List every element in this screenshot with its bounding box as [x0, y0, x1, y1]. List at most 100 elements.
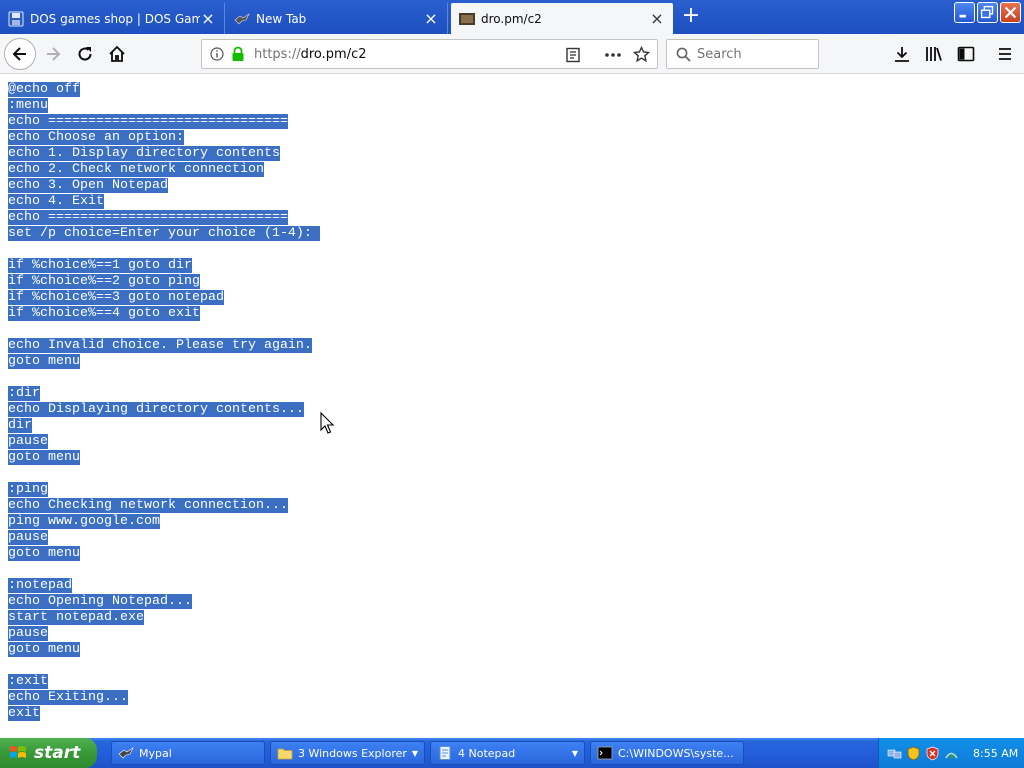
- notepad-icon: [439, 746, 451, 760]
- tab-title: dro.pm/c2: [481, 11, 542, 26]
- security-shield-icon[interactable]: [906, 746, 921, 761]
- url-text[interactable]: https://dro.pm/c2: [254, 47, 367, 62]
- script-line-text: :dir: [8, 386, 40, 401]
- script-line-text: goto menu: [8, 642, 80, 657]
- back-button[interactable]: [4, 38, 36, 70]
- tab-strip: DOS games shop | DOS Games Ar × New Tab …: [0, 0, 1024, 34]
- taskbar-label: C:\WINDOWS\syste...: [618, 746, 734, 760]
- tab-title: New Tab: [256, 11, 307, 26]
- script-line: echo ==============================: [8, 210, 320, 226]
- mypal-bird-icon: [234, 12, 250, 24]
- script-line: exit: [8, 706, 320, 722]
- folder-icon: [277, 748, 293, 760]
- script-line: [8, 562, 320, 578]
- start-button[interactable]: start: [0, 738, 97, 768]
- taskbar-button-notepad[interactable]: 4 Notepad ▼: [430, 741, 585, 765]
- script-line-text: echo 4. Exit: [8, 194, 104, 209]
- start-label: start: [34, 743, 81, 763]
- search-box[interactable]: [666, 39, 819, 69]
- info-icon[interactable]: [210, 47, 224, 61]
- script-line-text: echo Choose an option:: [8, 130, 184, 145]
- script-line: :exit: [8, 674, 320, 690]
- page-actions-icon[interactable]: [604, 47, 622, 63]
- taskbar-button-windows-explorer[interactable]: 3 Windows Explorer ▼: [270, 741, 425, 765]
- minimize-icon: [959, 14, 966, 18]
- forward-button[interactable]: [38, 39, 68, 69]
- script-line-text: echo Checking network connection...: [8, 498, 288, 513]
- script-line-text: echo Opening Notepad...: [8, 594, 192, 609]
- taskbar-label: Mypal: [139, 746, 172, 760]
- lock-icon[interactable]: [231, 46, 245, 62]
- script-line-text: ping www.google.com: [8, 514, 160, 529]
- chevron-down-icon: ▼: [411, 748, 418, 758]
- script-line-text: echo 2. Check network connection: [8, 162, 264, 177]
- minimize-button[interactable]: [954, 2, 975, 23]
- script-line-text: :exit: [8, 674, 48, 689]
- chevron-down-icon: ▼: [571, 748, 578, 758]
- taskbar-button-mypal[interactable]: Mypal: [111, 741, 265, 765]
- menu-button[interactable]: [990, 39, 1020, 69]
- script-line-text: goto menu: [8, 354, 80, 369]
- taskbar-label: 4 Notepad: [458, 746, 516, 760]
- script-line: [8, 658, 320, 674]
- script-line: [8, 322, 320, 338]
- script-line: echo Displaying directory contents...: [8, 402, 320, 418]
- navigation-toolbar: https://dro.pm/c2: [0, 34, 1024, 74]
- script-line: [8, 370, 320, 386]
- script-line: echo ==============================: [8, 114, 320, 130]
- library-button[interactable]: [919, 39, 949, 69]
- script-line-text: goto menu: [8, 546, 80, 561]
- cmd-icon: [597, 746, 613, 760]
- tab-dro-pm[interactable]: dro.pm/c2 ×: [451, 3, 673, 34]
- script-line: echo 3. Open Notepad: [8, 178, 320, 194]
- script-line: [8, 466, 320, 482]
- floppy-disk-icon: [8, 11, 24, 26]
- address-bar[interactable]: https://dro.pm/c2: [201, 39, 658, 69]
- reader-view-icon[interactable]: [565, 47, 581, 63]
- search-icon: [676, 47, 691, 62]
- sidebar-icon: [957, 46, 975, 62]
- batch-script-text[interactable]: @echo off:menu echo =====================…: [8, 82, 320, 722]
- script-line: ping www.google.com: [8, 514, 320, 530]
- close-tab-icon[interactable]: ×: [649, 10, 665, 27]
- url-scheme: https://: [254, 47, 301, 62]
- script-line-text: goto menu: [8, 450, 80, 465]
- taskbar: start Mypal 3 Windows Explorer ▼ 4 Notep…: [0, 738, 1024, 768]
- script-line-text: echo Displaying directory contents...: [8, 402, 304, 417]
- script-line-text: @echo off: [8, 82, 80, 97]
- script-line-text: echo 1. Display directory contents: [8, 146, 280, 161]
- script-line-text: echo ==============================: [8, 114, 288, 129]
- restore-icon: [980, 5, 994, 19]
- new-tab-button[interactable]: +: [678, 5, 704, 29]
- close-tab-icon[interactable]: ×: [200, 10, 216, 27]
- script-line-text: if %choice%==2 goto ping: [8, 274, 200, 289]
- tab-title: DOS games shop | DOS Games Ar: [30, 11, 200, 26]
- script-line: echo Checking network connection...: [8, 498, 320, 514]
- security-alert-icon[interactable]: [925, 746, 940, 761]
- script-line-text: pause: [8, 434, 48, 449]
- script-line-text: echo ==============================: [8, 210, 288, 225]
- reload-button[interactable]: [70, 39, 100, 69]
- downloads-button[interactable]: [887, 39, 917, 69]
- search-input[interactable]: [697, 45, 812, 63]
- page-content[interactable]: @echo off:menu echo =====================…: [0, 75, 1024, 738]
- home-button[interactable]: [102, 39, 132, 69]
- wireless-icon[interactable]: [944, 746, 959, 761]
- network-icon[interactable]: [887, 746, 902, 761]
- taskbar-button-cmd[interactable]: C:\WINDOWS\syste...: [590, 741, 744, 765]
- script-line-text: if %choice%==4 goto exit: [8, 306, 200, 321]
- page-thumbnail-icon: [459, 12, 475, 25]
- sidebar-button[interactable]: [951, 39, 981, 69]
- script-line: goto menu: [8, 450, 320, 466]
- tab-dos-games[interactable]: DOS games shop | DOS Games Ar ×: [0, 3, 225, 34]
- download-arrow-icon: [895, 47, 909, 62]
- close-tab-icon[interactable]: ×: [423, 10, 439, 27]
- restore-button[interactable]: [977, 2, 998, 23]
- script-line: if %choice%==2 goto ping: [8, 274, 320, 290]
- script-line-text: echo Invalid choice. Please try again.: [8, 338, 312, 353]
- bookmark-star-icon[interactable]: [633, 46, 650, 63]
- close-window-button[interactable]: [1000, 2, 1021, 23]
- script-line-text: set /p choice=Enter your choice (1-4):: [8, 226, 320, 241]
- tab-new-tab[interactable]: New Tab ×: [226, 3, 448, 34]
- script-line: goto menu: [8, 354, 320, 370]
